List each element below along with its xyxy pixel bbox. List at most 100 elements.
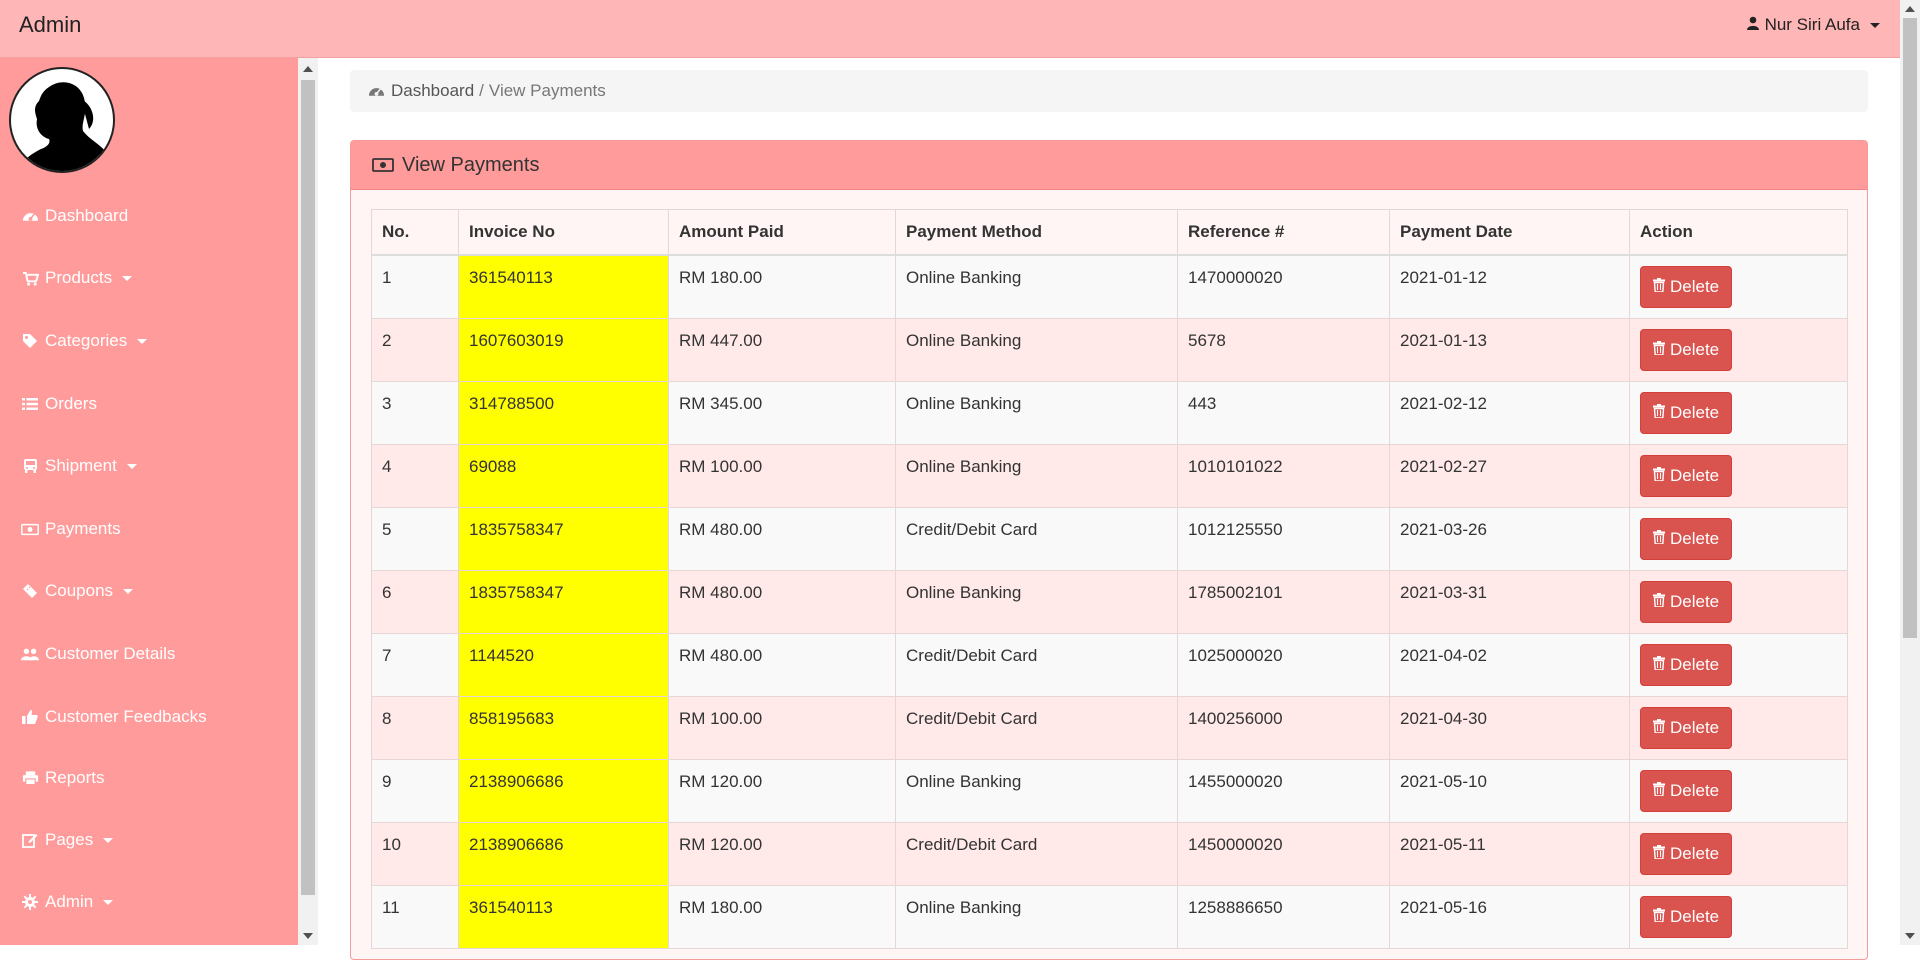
cell-reference: 5678	[1177, 317, 1390, 382]
cell-invoice-no: 361540113	[458, 884, 669, 949]
delete-button[interactable]: Delete	[1640, 580, 1733, 623]
table-row: 6 1835758347 RM 480.00 Online Banking 178500…	[371, 569, 1848, 634]
cell-payment-method: Online Banking	[895, 884, 1178, 949]
sidebar-item-pages[interactable]: Pages	[0, 820, 298, 860]
sidebar-item-label: Dashboard	[45, 206, 129, 225]
delete-button[interactable]: Delete	[1640, 769, 1733, 812]
sidebar-item-admin[interactable]: Admin	[0, 882, 298, 922]
sidebar-item-dashboard[interactable]: Dashboard	[0, 196, 298, 236]
list-icon	[21, 396, 39, 412]
cell-amount-paid: RM 480.00	[668, 506, 896, 571]
delete-button[interactable]: Delete	[1640, 895, 1733, 938]
cell-payment-method: Credit/Debit Card	[895, 695, 1178, 760]
delete-button-label: Delete	[1670, 906, 1720, 926]
cell-payment-date: 2021-02-27	[1389, 443, 1630, 508]
trash-icon	[1653, 907, 1665, 927]
delete-button-label: Delete	[1670, 339, 1720, 359]
delete-button[interactable]: Delete	[1640, 706, 1733, 749]
header-action: Action	[1629, 209, 1848, 256]
cell-no: 8	[371, 695, 459, 760]
sidebar-item-payments[interactable]: Payments	[0, 509, 298, 549]
trash-icon	[1653, 466, 1665, 486]
cell-amount-paid: RM 480.00	[668, 569, 896, 634]
breadcrumb-current: View Payments	[488, 81, 606, 100]
sidebar-item-reports[interactable]: Reports	[0, 758, 298, 798]
cell-reference: 1400256000	[1177, 695, 1390, 760]
delete-button-label: Delete	[1670, 528, 1720, 548]
users-icon	[21, 646, 39, 662]
panel-heading: View Payments	[351, 141, 1867, 190]
page-scrollbar[interactable]	[1900, 0, 1920, 945]
delete-button-label: Delete	[1670, 654, 1720, 674]
ticket-icon	[21, 583, 39, 599]
sidebar-item-label: Products	[45, 268, 113, 287]
sidebar-item-coupons[interactable]: Coupons	[0, 571, 298, 611]
cell-reference: 443	[1177, 380, 1390, 445]
delete-button[interactable]: Delete	[1640, 328, 1733, 371]
sidebar-item-label: Shipment	[45, 456, 117, 475]
cell-action: Delete	[1629, 317, 1848, 382]
chevron-down-icon	[1870, 22, 1880, 28]
delete-button-label: Delete	[1670, 277, 1720, 296]
trash-icon	[1653, 592, 1665, 612]
cell-no: 2	[371, 317, 459, 382]
cell-reference: 1455000020	[1177, 758, 1390, 823]
cell-action: Delete	[1629, 884, 1848, 949]
scroll-down-icon[interactable]	[303, 933, 313, 939]
cell-action: Delete	[1629, 443, 1848, 508]
chevron-down-icon	[123, 588, 134, 594]
cell-no: 3	[371, 380, 459, 445]
user-menu[interactable]: Nur Siri Aufa	[1746, 15, 1880, 35]
trash-icon	[1653, 844, 1665, 864]
sidebar-item-customer-details[interactable]: Customer Details	[0, 634, 298, 674]
chevron-down-icon	[103, 899, 114, 905]
scrollbar-thumb[interactable]	[301, 80, 315, 895]
delete-button[interactable]: Delete	[1640, 454, 1733, 497]
delete-button[interactable]: Delete	[1640, 391, 1733, 434]
cell-amount-paid: RM 345.00	[668, 380, 896, 445]
sidebar-item-categories[interactable]: Categories	[0, 321, 298, 361]
table-header-row: No. Invoice No Amount Paid Payment Metho…	[371, 209, 1848, 256]
cell-payment-date: 2021-05-16	[1389, 884, 1630, 949]
scrollbar-thumb[interactable]	[1903, 18, 1917, 638]
sidebar-item-shipment[interactable]: Shipment	[0, 446, 298, 486]
table-row: 1 361540113 RM 180.00 Online Banking 1470000…	[371, 254, 1848, 319]
cell-payment-date: 2021-03-31	[1389, 569, 1630, 634]
trash-icon	[1653, 403, 1665, 423]
cell-payment-method: Online Banking	[895, 380, 1178, 445]
sidebar-scrollbar[interactable]	[298, 58, 318, 945]
cell-no: 5	[371, 506, 459, 571]
cell-payment-method: Credit/Debit Card	[895, 506, 1178, 571]
cell-payment-date: 2021-04-30	[1389, 695, 1630, 760]
cell-payment-date: 2021-02-12	[1389, 380, 1630, 445]
breadcrumb-dashboard-link[interactable]: Dashboard	[391, 81, 474, 101]
cell-payment-method: Online Banking	[895, 317, 1178, 382]
sidebar-item-customer-feedbacks[interactable]: Customer Feedbacks	[0, 697, 298, 737]
sidebar-item-orders[interactable]: Orders	[0, 384, 298, 424]
scroll-up-icon[interactable]	[1905, 6, 1915, 12]
breadcrumb-separator: /	[479, 81, 484, 100]
header-payment-method: Payment Method	[895, 209, 1178, 256]
cell-no: 11	[371, 884, 459, 949]
delete-button[interactable]: Delete	[1640, 643, 1733, 686]
table-row: 2 1607603019 RM 447.00 Online Banking 5678 20…	[371, 317, 1848, 382]
scroll-up-icon[interactable]	[303, 66, 313, 72]
user-icon	[1746, 15, 1759, 35]
cell-invoice-no: 1835758347	[458, 506, 669, 571]
delete-button-label: Delete	[1670, 780, 1720, 800]
delete-button[interactable]: Delete	[1640, 517, 1733, 560]
tag-icon	[21, 333, 39, 349]
brand-title[interactable]: Admin	[19, 12, 81, 38]
delete-button[interactable]: Delete	[1640, 832, 1733, 875]
cell-action: Delete	[1629, 758, 1848, 823]
chevron-down-icon	[122, 275, 133, 281]
sidebar: Dashboard Products Categories Orders Shipmen…	[0, 58, 298, 945]
cell-amount-paid: RM 180.00	[668, 254, 896, 319]
sidebar-item-products[interactable]: Products	[0, 258, 298, 298]
thumbs-up-icon	[21, 709, 39, 725]
cell-amount-paid: RM 120.00	[668, 758, 896, 823]
dashboard-icon	[21, 208, 39, 224]
avatar	[9, 67, 115, 173]
scroll-down-icon[interactable]	[1905, 933, 1915, 939]
delete-button[interactable]: Delete	[1640, 266, 1733, 308]
